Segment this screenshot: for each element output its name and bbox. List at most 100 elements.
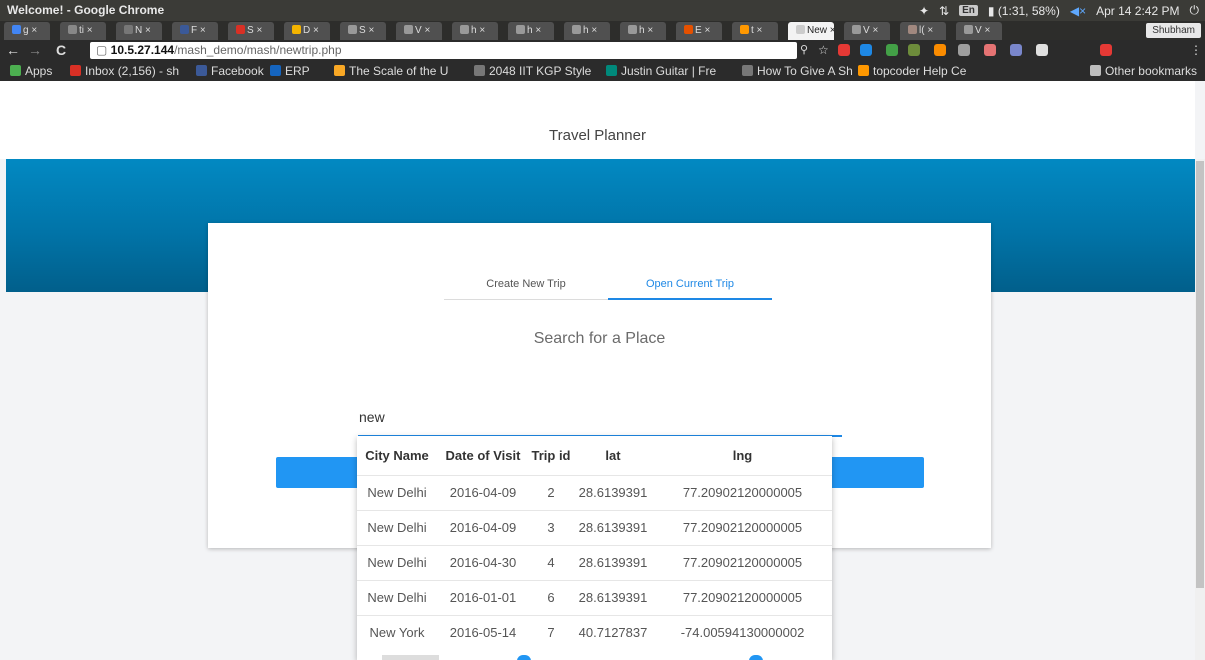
scrollbar-thumb[interactable] [1196, 161, 1204, 588]
city-name-cell: New Delhi [357, 544, 437, 580]
key-icon[interactable]: ⚲ [800, 42, 808, 58]
back-arrow-icon[interactable]: ← [6, 42, 20, 58]
table-row[interactable]: New Delhi 2016-04-30 4 28.6139391 77.209… [357, 544, 832, 580]
browser-tab[interactable]: New × [788, 22, 834, 40]
extension-icon[interactable] [838, 44, 850, 56]
tab-label: N × [135, 25, 151, 36]
browser-tab[interactable]: D × [284, 22, 330, 40]
trip-id-cell: 7 [529, 614, 573, 650]
tab-create-new-trip[interactable]: Create New Trip [444, 278, 608, 300]
extension-icon[interactable] [984, 44, 996, 56]
forward-arrow-icon[interactable]: → [28, 42, 42, 58]
tab-favicon-icon [796, 25, 805, 34]
next-row-placeholder [382, 655, 439, 660]
map-marker-icon [517, 655, 531, 660]
tab-favicon-icon [124, 25, 133, 34]
tab-favicon-icon [908, 25, 917, 34]
browser-tab[interactable]: N × [116, 22, 162, 40]
bookmark-label: The Scale of the U [349, 64, 449, 78]
lat-cell: 28.6139391 [573, 579, 653, 615]
table-row[interactable]: New Delhi 2016-04-09 2 28.6139391 77.209… [357, 474, 832, 510]
extension-icon[interactable] [886, 44, 898, 56]
tab-label: h × [639, 25, 654, 36]
table-row[interactable]: New Delhi 2016-04-09 3 28.6139391 77.209… [357, 509, 832, 545]
place-search-input[interactable] [358, 399, 842, 437]
tab-label: V × [863, 25, 879, 36]
extension-icon[interactable] [1100, 44, 1112, 56]
page-header: Travel Planner [0, 81, 1195, 159]
tab-label: t × [751, 25, 763, 36]
extension-icon[interactable] [1036, 44, 1048, 56]
other-bookmarks-label: Other bookmarks [1104, 64, 1197, 78]
clock[interactable]: Apr 14 2:42 PM [1096, 4, 1179, 18]
browser-tab[interactable]: l( × [900, 22, 946, 40]
browser-tab[interactable]: V × [956, 22, 1002, 40]
extension-icon[interactable] [860, 44, 872, 56]
tab-favicon-icon [180, 25, 189, 34]
lng-cell: -74.00594130000002 [653, 614, 832, 650]
page-icon: ▢ [96, 43, 111, 57]
browser-tab[interactable]: V × [844, 22, 890, 40]
profile-button[interactable]: Shubham [1146, 23, 1201, 38]
url-path: /mash_demo/mash/newtrip.php [174, 43, 342, 57]
tab-favicon-icon [628, 25, 637, 34]
url-host: 10.5.27.144 [110, 43, 175, 57]
browser-tab[interactable]: h × [564, 22, 610, 40]
column-header-city-name: City Name [365, 447, 429, 463]
bookmark-label: Facebook [211, 64, 264, 78]
bookmark-label: How To Give A Sh [757, 64, 853, 78]
keyboard-language-indicator[interactable]: En [959, 5, 978, 16]
tab-favicon-icon [292, 25, 301, 34]
chrome-menu-icon[interactable]: ⋮ [1190, 42, 1202, 58]
bookmark-item[interactable]: 2048 IIT KGP Style [474, 64, 591, 78]
bookmark-favicon-icon [270, 65, 281, 76]
browser-tab[interactable]: g × [4, 22, 50, 40]
bookmark-item[interactable]: Inbox (2,156) - sh [70, 64, 179, 78]
extension-icon[interactable] [1010, 44, 1022, 56]
bookmark-item[interactable]: ERP [270, 64, 310, 78]
tab-open-current-trip[interactable]: Open Current Trip [608, 278, 772, 300]
browser-tab[interactable]: V × [396, 22, 442, 40]
bookmark-item[interactable]: The Scale of the U [334, 64, 448, 78]
browser-tab[interactable]: E × [676, 22, 722, 40]
browser-tab[interactable]: S × [228, 22, 274, 40]
browser-toolbar: ← → C ▢ 10.5.27.144/mash_demo/mash/newtr… [0, 40, 1205, 61]
autocomplete-table: City Name Date of Visit Trip id lat lng … [357, 436, 832, 650]
browser-tab[interactable]: h × [508, 22, 554, 40]
extension-icon[interactable] [908, 44, 920, 56]
browser-tab-strip: g × ti × N × F × S × D × S × V × h × h × h × h × E ×… [0, 21, 1205, 40]
dropbox-icon[interactable]: ✦ [919, 4, 929, 18]
volume-icon[interactable]: ◀× [1070, 4, 1086, 18]
other-bookmarks-folder[interactable]: Other bookmarks [1089, 64, 1197, 78]
tab-label: ti × [79, 25, 93, 36]
browser-tab[interactable]: h × [452, 22, 498, 40]
browser-tab[interactable]: F × [172, 22, 218, 40]
reload-icon[interactable]: C [56, 42, 66, 58]
extension-icon[interactable] [934, 44, 946, 56]
tab-label: E × [695, 25, 711, 36]
tab-favicon-icon [516, 25, 525, 34]
column-header-lng: lng [732, 447, 753, 463]
date-cell: 2016-05-14 [437, 614, 529, 650]
browser-tab[interactable]: t × [732, 22, 778, 40]
address-bar[interactable]: ▢ 10.5.27.144/mash_demo/mash/newtrip.php [90, 42, 797, 59]
network-icon[interactable]: ⇅ [939, 4, 949, 18]
battery-status[interactable]: ▮ (1:31, 58%) [988, 4, 1060, 18]
bookmark-item[interactable]: Facebook [196, 64, 264, 78]
tab-favicon-icon [852, 25, 861, 34]
bookmark-item[interactable]: How To Give A Sh [742, 64, 853, 78]
tab-favicon-icon [460, 25, 469, 34]
settings-icon[interactable]: ⏻ [1190, 3, 1200, 18]
bookmark-item[interactable]: Apps [10, 64, 52, 78]
bookmark-item[interactable]: Justin Guitar | Fre [606, 64, 716, 78]
table-row[interactable]: New York 2016-05-14 7 40.7127837 -74.005… [357, 614, 832, 650]
browser-tab[interactable]: S × [340, 22, 386, 40]
browser-tab[interactable]: h × [620, 22, 666, 40]
bookmark-label: Apps [25, 64, 53, 78]
bookmark-item[interactable]: topcoder Help Ce [858, 64, 966, 78]
extension-icon[interactable] [958, 44, 970, 56]
browser-tab[interactable]: ti × [60, 22, 106, 40]
bookmark-star-icon[interactable]: ☆ [818, 42, 829, 58]
city-name-cell: New York [357, 614, 437, 650]
table-row[interactable]: New Delhi 2016-01-01 6 28.6139391 77.209… [357, 579, 832, 615]
